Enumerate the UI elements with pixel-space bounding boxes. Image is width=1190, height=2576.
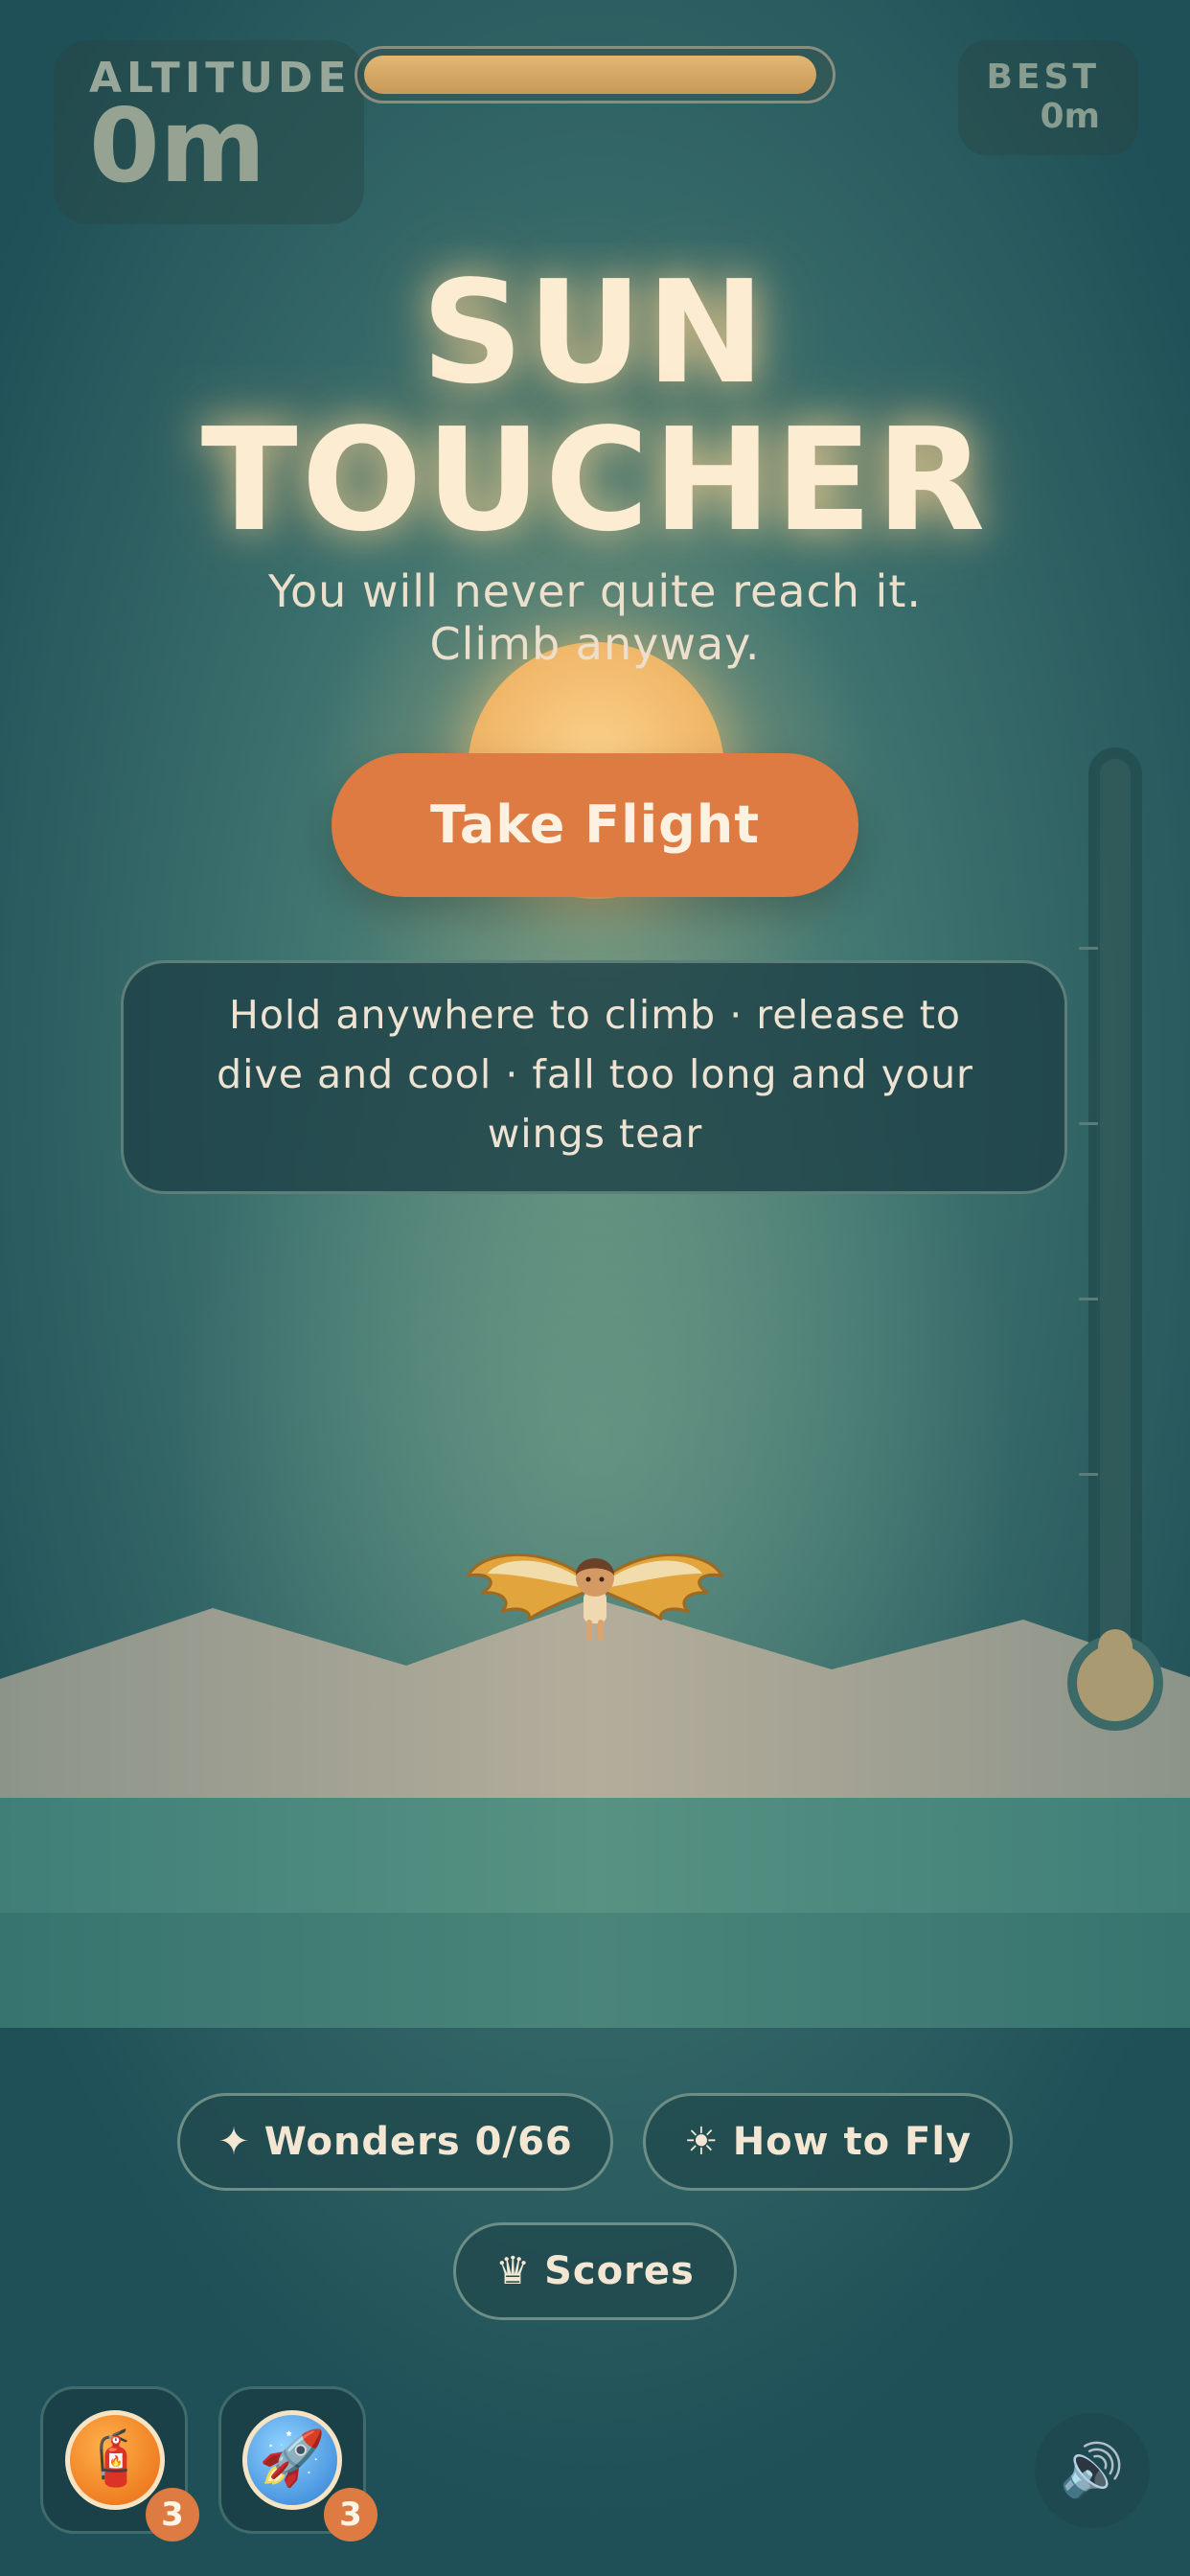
heat-gauge-bulb-fill: [1077, 1644, 1154, 1721]
sun-icon: ☀: [683, 2120, 720, 2164]
tagline-line1: You will never quite reach it.: [268, 565, 922, 617]
speaker-icon: 🔊: [1060, 2440, 1125, 2500]
sparkle-icon: ✦: [217, 2120, 251, 2164]
best-value: 0m: [1040, 97, 1100, 136]
take-flight-button[interactable]: Take Flight: [332, 753, 858, 897]
heat-gauge-tick: [1079, 1298, 1098, 1300]
sun-progress-bar: [355, 46, 835, 104]
game-title-line2: TOUCHER: [200, 398, 990, 563]
scores-label: Scores: [544, 2249, 695, 2293]
heat-gauge-track: [1100, 759, 1131, 1660]
game-title-line1: SUN: [421, 250, 769, 415]
sun-progress-fill: [364, 56, 816, 94]
tagline-line2: Climb anyway.: [429, 618, 761, 670]
rocket-glyph: 🚀: [259, 2427, 326, 2490]
water-band-lower: [0, 1913, 1190, 2028]
wonders-button[interactable]: ✦ Wonders 0/66: [177, 2093, 613, 2191]
crown-icon: ♛: [495, 2249, 532, 2293]
fire-extinguisher-glyph: 🧯: [81, 2427, 149, 2490]
heat-gauge-tick: [1079, 947, 1098, 950]
heat-gauge-tick: [1079, 1122, 1098, 1125]
game-title: SUN TOUCHER: [0, 259, 1190, 554]
powerup-count-badge: 3: [146, 2488, 199, 2542]
altitude-value: 0m: [89, 87, 266, 205]
how-to-fly-label: How to Fly: [732, 2120, 973, 2164]
powerup-count-badge: 3: [324, 2488, 378, 2542]
scores-button[interactable]: ♛ Scores: [453, 2222, 737, 2320]
mountain-range: [0, 1598, 1190, 1798]
heat-gauge-tick: [1079, 1473, 1098, 1476]
sound-toggle-button[interactable]: 🔊: [1035, 2413, 1150, 2528]
water-band-upper: [0, 1798, 1190, 1913]
wonders-label: Wonders 0/66: [263, 2120, 573, 2164]
how-to-fly-button[interactable]: ☀ How to Fly: [643, 2093, 1013, 2191]
instructions-text: Hold anywhere to climb · release to dive…: [217, 992, 973, 1157]
best-label: BEST: [986, 58, 1100, 97]
tagline: You will never quite reach it. Climb any…: [0, 565, 1190, 671]
